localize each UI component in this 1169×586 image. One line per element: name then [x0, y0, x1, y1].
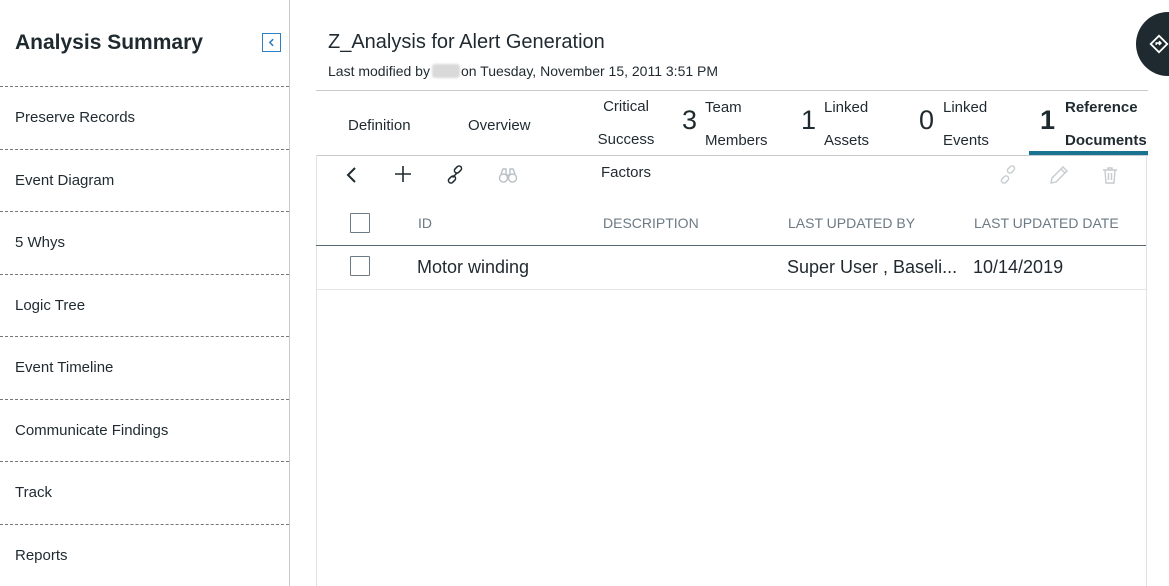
- chevron-left-icon: [268, 38, 274, 47]
- tab-count: 0: [919, 105, 935, 135]
- pencil-icon: [1050, 166, 1068, 184]
- sidebar-list: Preserve Records Event Diagram 5 Whys Lo…: [0, 87, 289, 586]
- sidebar-item-event-diagram[interactable]: Event Diagram: [0, 150, 289, 212]
- back-button[interactable]: [341, 164, 363, 186]
- tab-label-line1: Critical: [603, 98, 649, 115]
- tab-team-members[interactable]: 3 Team Members: [682, 91, 777, 151]
- navigation-menu-button[interactable]: [1136, 12, 1169, 76]
- link-icon: [447, 165, 463, 184]
- sidebar-item-logic-tree[interactable]: Logic Tree: [0, 275, 289, 337]
- column-header-id[interactable]: ID: [418, 215, 432, 231]
- tab-label-line1: Linked: [824, 99, 869, 116]
- table-row-divider: [316, 289, 1146, 290]
- sidebar-header: Analysis Summary: [0, 0, 289, 87]
- tab-label-line2: Success: [597, 131, 655, 148]
- page-title: Z_Analysis for Alert Generation: [328, 31, 605, 53]
- tab-label-line1: Reference: [1065, 99, 1138, 116]
- last-modified-text: Last modified by on Tuesday, November 15…: [328, 63, 718, 79]
- tab-label-line1: Team: [705, 99, 742, 116]
- select-all-checkbox[interactable]: [350, 213, 370, 233]
- unlink-button[interactable]: [997, 164, 1019, 186]
- search-button[interactable]: [497, 164, 519, 186]
- sidebar-item-5-whys[interactable]: 5 Whys: [0, 212, 289, 275]
- chevron-left-icon: [346, 167, 356, 183]
- collapse-sidebar-button[interactable]: [262, 33, 281, 52]
- link-existing-button[interactable]: [444, 164, 466, 186]
- tab-reference-documents[interactable]: 1 Reference Documents: [1040, 91, 1150, 151]
- sidebar-item-communicate-findings[interactable]: Communicate Findings: [0, 400, 289, 462]
- tab-count: 1: [1040, 105, 1056, 135]
- table-cell-id[interactable]: Motor winding: [417, 257, 529, 278]
- tab-label-line2: Events: [943, 132, 989, 149]
- delete-button[interactable]: [1099, 164, 1121, 186]
- tab-label-line1: Linked: [943, 99, 988, 116]
- tab-linked-events[interactable]: 0 Linked Events: [919, 91, 1004, 151]
- table-cell-updated-date: 10/14/2019: [973, 257, 1064, 277]
- edit-button[interactable]: [1048, 164, 1070, 186]
- sidebar-item-track[interactable]: Track: [0, 462, 289, 525]
- trash-icon: [1103, 167, 1117, 184]
- blurred-user-name: [431, 64, 460, 78]
- plus-icon: [395, 166, 411, 182]
- add-button[interactable]: [392, 163, 414, 185]
- table-header-divider: [316, 245, 1146, 246]
- sidebar-item-reports[interactable]: Reports: [0, 525, 289, 586]
- sidebar-item-event-timeline[interactable]: Event Timeline: [0, 337, 289, 400]
- sidebar-title: Analysis Summary: [15, 31, 203, 54]
- tab-label-line2: Members: [705, 132, 768, 149]
- navigate-icon: [1149, 34, 1169, 54]
- tab-definition[interactable]: Definition: [348, 109, 411, 142]
- tab-overview[interactable]: Overview: [468, 109, 531, 142]
- column-header-last-updated-date[interactable]: LAST UPDATED DATE: [974, 215, 1119, 231]
- modified-prefix: Last modified by: [328, 63, 430, 79]
- column-header-description[interactable]: DESCRIPTION: [603, 215, 699, 231]
- tab-linked-assets[interactable]: 1 Linked Assets: [801, 91, 886, 151]
- binoculars-icon: [498, 168, 518, 183]
- sidebar: Analysis Summary Preserve Records Event …: [0, 0, 290, 586]
- unlink-icon: [1000, 165, 1016, 184]
- column-header-last-updated-by[interactable]: LAST UPDATED BY: [788, 215, 915, 231]
- tab-count: 1: [801, 105, 817, 135]
- sidebar-item-preserve-records[interactable]: Preserve Records: [0, 87, 289, 150]
- row-checkbox[interactable]: [350, 256, 370, 276]
- tab-label-line2: Assets: [824, 132, 870, 149]
- modified-suffix: on Tuesday, November 15, 2011 3:51 PM: [460, 63, 719, 79]
- tab-count: 3: [682, 105, 698, 135]
- table-cell-updated-by: Super User , Baseli...: [787, 257, 958, 277]
